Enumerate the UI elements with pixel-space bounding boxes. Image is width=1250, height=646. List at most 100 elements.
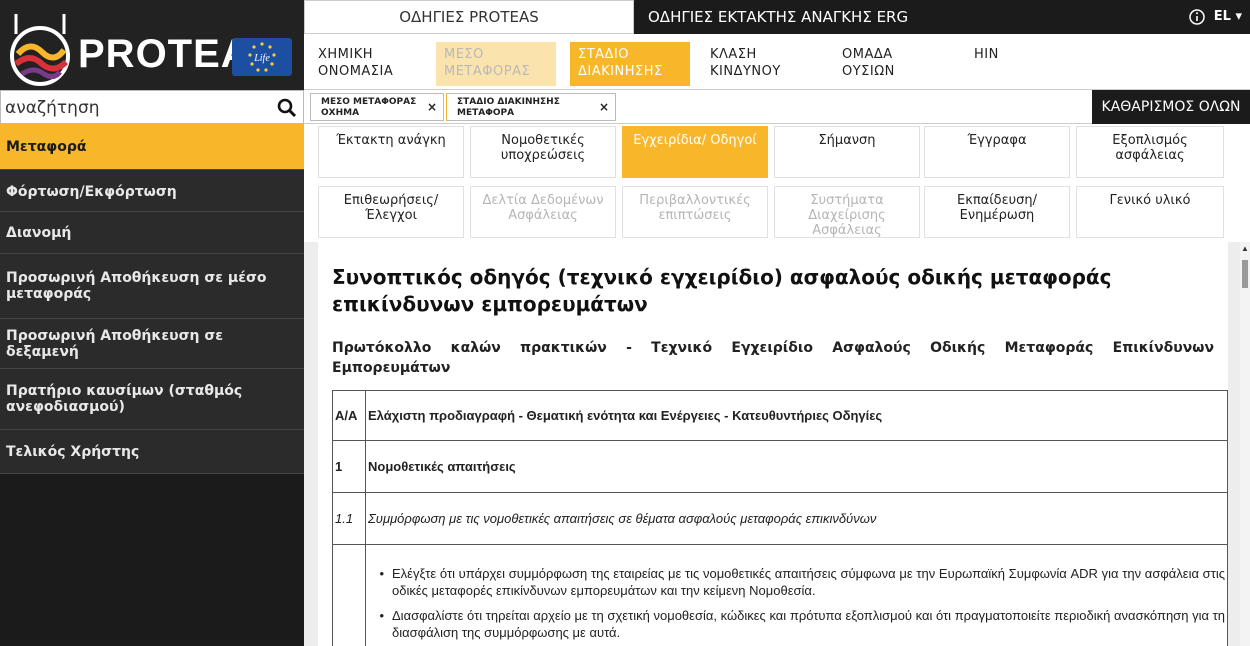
sidebar-item-pratirio[interactable]: Πρατήριο καυσίμων (σταθμός ανεφοδιασμού) (0, 369, 304, 430)
tab-general-material[interactable]: Γενικό υλικό (1076, 186, 1224, 238)
tab-label: Νομοθετικές υποχρεώσεις (500, 133, 586, 163)
chip-label: ΣΤΑΔΙΟ ΔΙΑΚΙΝΗΣΗΣ ΜΕΤΑΦΟΡΑ (457, 97, 560, 118)
tab-inspections[interactable]: Επιθεωρήσεις/ Έλεγχοι (318, 186, 464, 238)
tab-label: Εκπαίδευση/ Ενημέρωση (956, 193, 1038, 223)
sidebar-item-label: Πρατήριο καυσίμων (σταθμός ανεφοδιασμού) (6, 383, 243, 415)
tab-training[interactable]: Εκπαίδευση/ Ενημέρωση (924, 186, 1070, 238)
eu-life-flag: Life (232, 38, 292, 76)
scroll-up-icon[interactable]: ▲ (1241, 244, 1249, 253)
tab-labeling[interactable]: Σήμανση (774, 126, 920, 178)
life-label: Life (253, 53, 270, 64)
search-icon[interactable] (277, 98, 297, 118)
list-item: • Διασφαλίστε ότι τηρείται αρχείο με τη … (368, 607, 1225, 641)
sidebar-nav: Μεταφορά Φόρτωση/Εκφόρτωση Διανομή Προσω… (0, 124, 304, 474)
table-cell: Συμμόρφωση με τις νομοθετικές απαιτήσεις… (365, 492, 1228, 545)
sidebar-item-metafora[interactable]: Μεταφορά (0, 124, 304, 170)
sidebar-item-label: Προσωρινή Αποθήκευση σε μέσο μεταφοράς (6, 270, 267, 302)
active-filters-row: ΜΕΣΟ ΜΕΤΑΦΟΡΑΣ ΟΧΗΜΑ × ΣΤΑΔΙΟ ΔΙΑΚΙΝΗΣΗΣ… (304, 90, 1250, 124)
tab-label: Έκτακτη ανάγκη (336, 133, 446, 148)
tab-label: Εξοπλισμός ασφάλειας (1112, 133, 1188, 163)
tab-label: Έγγραφα (967, 133, 1027, 148)
bullet-icon: • (379, 608, 384, 623)
sidebar-item-dianomi[interactable]: Διανομή (0, 212, 304, 254)
language-select[interactable]: EL ▾ (1214, 9, 1242, 24)
tab-label: ΟΔΗΓΙΕΣ PROTEAS (399, 8, 539, 26)
search-input[interactable] (5, 95, 275, 121)
filter-label: ΣΤΑΔΙΟ ΔΙΑΚΙΝΗΣΗΣ (578, 47, 663, 79)
scrollbar-thumb[interactable] (1242, 260, 1248, 288)
table-cell: Α/Α (332, 390, 366, 441)
active-filter-chip: ΜΕΣΟ ΜΕΤΑΦΟΡΑΣ ΟΧΗΜΑ × (310, 93, 444, 121)
filter-row: ΧΗΜΙΚΗ ΟΝΟΜΑΣΙΑ ΜΕΣΟ ΜΕΤΑΦΟΡΑΣ ΣΤΑΔΙΟ ΔΙ… (304, 34, 1250, 90)
document-panel: Συνοπτικός οδηγός (τεχνικό εγχειρίδιο) α… (318, 242, 1228, 646)
proteas-logo-icon (10, 14, 70, 86)
vertical-scrollbar[interactable]: ▲ (1240, 242, 1250, 646)
filter-label: ΟΜΑΔΑ ΟΥΣΙΩΝ (842, 47, 895, 79)
filter-label: ΜΕΣΟ ΜΕΤΑΦΟΡΑΣ (444, 47, 531, 79)
tab-legal-obligations[interactable]: Νομοθετικές υποχρεώσεις (470, 126, 616, 178)
tab-label: ΟΔΗΓΙΕΣ ΕΚΤΑΚΤΗΣ ΑΝΑΓΚΗΣ ERG (648, 8, 909, 26)
sidebar-item-prosorini-dexameni[interactable]: Προσωρινή Αποθήκευση σε δεξαμενή (0, 319, 304, 369)
sidebar-item-prosorini-meso[interactable]: Προσωρινή Αποθήκευση σε μέσο μεταφοράς (0, 254, 304, 319)
tab-manuals-guides[interactable]: Εγχειρίδια/ Οδηγοί (622, 126, 768, 178)
sidebar-item-label: Τελικός Χρήστης (6, 443, 140, 460)
sidebar-item-label: Μεταφορά (6, 138, 87, 155)
table-row: 1.1 Συμμόρφωση με τις νομοθετικές απαιτή… (332, 492, 1228, 545)
table-cell: 1.1 (332, 492, 366, 545)
sidebar-item-label: Διανομή (6, 224, 72, 241)
tab-label: Σήμανση (818, 133, 876, 148)
search-box (0, 90, 304, 124)
table-cell: • Ελέγξτε ότι υπάρχει συμμόρφωση της ετα… (365, 544, 1228, 646)
table-cell: Νομοθετικές απαιτήσεις (365, 440, 1228, 493)
tab-label: Συστήματα Διαχείρισης Ασφάλειας (808, 193, 886, 238)
tab-safety-data-sheets: Δελτία Δεδομένων Ασφάλειας (470, 186, 616, 238)
close-icon[interactable]: × (599, 101, 609, 113)
list-item-text: Διασφαλίστε ότι τηρείται αρχείο με τη σχ… (392, 608, 1225, 640)
table-cell: 1 (332, 440, 366, 493)
info-icon[interactable] (1188, 8, 1206, 26)
filter-label: ΚΛΑΣΗ ΚΙΝΔΥΝΟΥ (710, 47, 781, 79)
tab-label: Επιθεωρήσεις/ Έλεγχοι (343, 193, 439, 223)
table-cell: Ελάχιστη προδιαγραφή - Θεματική ενότητα … (365, 390, 1228, 441)
tab-safety-equipment[interactable]: Εξοπλισμός ασφάλειας (1076, 126, 1224, 178)
sidebar-item-label: Προσωρινή Αποθήκευση σε δεξαμενή (6, 327, 224, 360)
sidebar-item-label: Φόρτωση/Εκφόρτωση (6, 184, 177, 200)
filter-handling-stage[interactable]: ΣΤΑΔΙΟ ΔΙΑΚΙΝΗΣΗΣ (570, 42, 690, 86)
tab-label: Γενικό υλικό (1109, 193, 1191, 208)
filter-hazard-class[interactable]: ΚΛΑΣΗ ΚΙΝΔΥΝΟΥ (702, 42, 812, 86)
clear-all-button[interactable]: ΚΑΘΑΡΙΣΜΟΣ ΟΛΩΝ (1092, 90, 1250, 124)
chip-label: ΜΕΣΟ ΜΕΤΑΦΟΡΑΣ ΟΧΗΜΑ (321, 97, 417, 118)
tab-label: Περιβαλλοντικές επιπτώσεις (639, 193, 751, 223)
table-header-row: Α/Α Ελάχιστη προδιαγραφή - Θεματική ενότ… (332, 390, 1228, 441)
tab-emergency[interactable]: Έκτακτη ανάγκη (318, 126, 464, 178)
logo[interactable]: PROTEAS Life (0, 0, 304, 90)
guidelines-table: Α/Α Ελάχιστη προδιαγραφή - Θεματική ενότ… (332, 390, 1228, 646)
filter-transport-means[interactable]: ΜΕΣΟ ΜΕΤΑΦΟΡΑΣ (436, 42, 556, 86)
table-row: • Ελέγξτε ότι υπάρχει συμμόρφωση της ετα… (332, 544, 1228, 646)
document-title: Συνοπτικός οδηγός (τεχνικό εγχειρίδιο) α… (332, 265, 1112, 316)
top-bar: ΟΔΗΓΙΕΣ PROTEAS ΟΔΗΓΙΕΣ ΕΚΤΑΚΤΗΣ ΑΝΑΓΚΗΣ… (304, 0, 1250, 34)
active-filter-chip: ΣΤΑΔΙΟ ΔΙΑΚΙΝΗΣΗΣ ΜΕΤΑΦΟΡΑ × (446, 93, 616, 121)
content-area: Συνοπτικός οδηγός (τεχνικό εγχειρίδιο) α… (304, 242, 1250, 646)
table-row: 1 Νομοθετικές απαιτήσεις (332, 440, 1228, 493)
close-icon[interactable]: × (427, 101, 437, 113)
tab-erg-guidelines[interactable]: ΟΔΗΓΙΕΣ ΕΚΤΑΚΤΗΣ ΑΝΑΓΚΗΣ ERG EL ▾ (634, 0, 1250, 34)
sidebar: PROTEAS Life Μεταφορά Φόρτωση/Εκφόρτωση … (0, 0, 304, 646)
filter-chemical-name[interactable]: ΧΗΜΙΚΗ ΟΝΟΜΑΣΙΑ (310, 42, 420, 86)
list-item-text: Ελέγξτε ότι υπάρχει συμμόρφωση της εταιρ… (392, 566, 1225, 598)
tab-proteas-guidelines[interactable]: ΟΔΗΓΙΕΣ PROTEAS (304, 0, 634, 34)
tab-documents[interactable]: Έγγραφα (924, 126, 1070, 178)
eu-stars-icon: Life (248, 42, 276, 72)
bullet-icon: • (379, 566, 384, 581)
filter-label: HIN (974, 47, 999, 62)
tab-safety-management-systems: Συστήματα Διαχείρισης Ασφάλειας (774, 186, 920, 238)
sidebar-item-fortosi[interactable]: Φόρτωση/Εκφόρτωση (0, 170, 304, 212)
tab-environmental-impact: Περιβαλλοντικές επιπτώσεις (622, 186, 768, 238)
table-cell (332, 544, 366, 646)
filter-substance-group[interactable]: ΟΜΑΔΑ ΟΥΣΙΩΝ (834, 42, 944, 86)
list-item: • Ελέγξτε ότι υπάρχει συμμόρφωση της ετα… (368, 565, 1225, 599)
sidebar-item-telikos-xristis[interactable]: Τελικός Χρήστης (0, 430, 304, 474)
document-subtitle: Πρωτόκολλο καλών πρακτικών - Τεχνικό Εγχ… (332, 340, 1214, 376)
filter-hin[interactable]: HIN (966, 42, 1076, 86)
category-tabs: Έκτακτη ανάγκη Νομοθετικές υποχρεώσεις Ε… (304, 124, 1250, 242)
